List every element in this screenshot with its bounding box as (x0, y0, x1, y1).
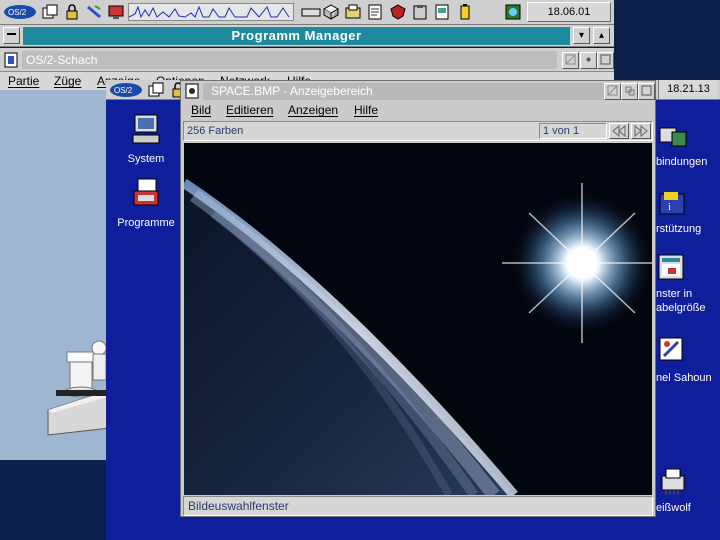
cpu-load-graph (128, 3, 294, 21)
drive-icon[interactable] (301, 4, 321, 20)
shredder-desktop-icon-label: eißwolf (656, 502, 691, 514)
space-image-canvas[interactable] (184, 143, 652, 495)
window-size-icon[interactable] (658, 254, 688, 282)
chess-maximize-button[interactable] (597, 52, 614, 69)
svg-text:OS/2: OS/2 (8, 8, 27, 17)
desktop-os2-logo-icon[interactable]: OS/2 (109, 82, 143, 98)
chess-menu-partie[interactable]: Partie (8, 74, 39, 88)
viewer-window-title[interactable]: SPACE.BMP - Anzeigebereich (203, 83, 606, 100)
chess-restore-button[interactable] (580, 52, 597, 69)
viewer-restore-button[interactable] (621, 83, 638, 100)
mahjongg-icon[interactable] (658, 334, 688, 364)
chess-window-icon[interactable] (3, 52, 19, 68)
document-icon[interactable] (434, 4, 450, 20)
desktop-icon-programme-label: Programme (117, 217, 175, 229)
viewer-maximize-button[interactable] (638, 83, 655, 100)
viewer-menu-editieren[interactable]: Editieren (226, 103, 273, 117)
system-menu-button[interactable] (3, 27, 20, 44)
window-size-icon-label-2: abelgröße (656, 302, 706, 314)
support-icon[interactable]: i (658, 190, 688, 220)
window-size-icon-label-1: nster in (656, 288, 693, 300)
chess-board[interactable] (0, 90, 111, 460)
folder-icon[interactable] (345, 4, 361, 20)
desktop-icon-system[interactable]: System (106, 113, 186, 165)
program-manager-title[interactable]: Programm Manager (23, 27, 570, 45)
image-viewer-window: SPACE.BMP - Anzeigebereich Bild Editiere… (180, 80, 656, 517)
os2-logo-icon[interactable]: OS/2 (3, 4, 37, 20)
desktop-window-list-icon[interactable] (148, 82, 164, 98)
svg-text:OS/2: OS/2 (114, 86, 133, 95)
desktop-icon-system-label: System (127, 153, 165, 165)
chess-menu-zuege[interactable]: Züge (54, 74, 81, 88)
desktop-clock: 18.21.13 (658, 80, 718, 99)
viewer-menu-bild[interactable]: Bild (191, 103, 211, 117)
previous-page-button[interactable] (609, 123, 629, 139)
desktop-icon-programme[interactable]: Programme (106, 177, 186, 229)
shredder-desktop-icon[interactable] (658, 466, 688, 496)
viewer-menu-anzeigen[interactable]: Anzeigen (288, 103, 338, 117)
chess-minimize-button[interactable] (562, 52, 579, 69)
next-page-button[interactable] (631, 123, 651, 139)
maximize-button[interactable]: ▴ (593, 27, 610, 44)
clipboard-icon[interactable] (412, 4, 428, 20)
viewer-status-bar: 256 Farben 1 von 1 (183, 121, 653, 141)
window-list-icon[interactable] (42, 4, 58, 20)
system-monitor-icon[interactable] (108, 4, 124, 20)
viewer-document-icon[interactable] (184, 83, 200, 99)
warpcenter-bar: OS/2 18.06.01 (0, 0, 614, 25)
image-selection-footer: Bildeuswahlfenster (183, 496, 653, 516)
taskbar-clock: 18.06.01 (527, 2, 611, 22)
notes-icon[interactable] (367, 4, 383, 20)
viewer-menubar: Bild Editieren Anzeigen Hilfe (181, 102, 655, 120)
svg-text:i: i (668, 202, 671, 213)
chess-window-title[interactable]: OS/2-Schach (22, 51, 557, 69)
viewer-titlebar: SPACE.BMP - Anzeigebereich (181, 81, 655, 102)
color-depth-label: 256 Farben (187, 125, 244, 137)
lock-icon[interactable] (64, 4, 80, 20)
programs-icon (133, 178, 159, 206)
minimize-button[interactable]: ▾ (573, 27, 590, 44)
viewer-menu-hilfe[interactable]: Hilfe (354, 103, 378, 117)
page-indicator: 1 von 1 (543, 125, 580, 137)
globe-icon[interactable] (505, 4, 521, 20)
package-icon[interactable] (322, 4, 340, 20)
support-icon-label: rstützung (656, 223, 702, 235)
earth-horizon-image (184, 143, 652, 495)
white-pawn-piece (91, 340, 107, 381)
connections-icon-label: bindungen (656, 156, 708, 168)
chess-titlebar: OS/2-Schach (0, 48, 614, 72)
mahjongg-icon-label: nel Sahoun (656, 372, 712, 384)
battery-icon[interactable] (457, 4, 473, 20)
system-computer-icon (132, 114, 160, 144)
shredder-icon[interactable] (86, 4, 102, 20)
connections-icon[interactable] (658, 122, 688, 152)
program-manager-titlebar: Programm Manager ▾ ▴ (0, 25, 614, 47)
shield-icon[interactable] (390, 4, 406, 20)
viewer-minimize-button[interactable] (604, 83, 621, 100)
